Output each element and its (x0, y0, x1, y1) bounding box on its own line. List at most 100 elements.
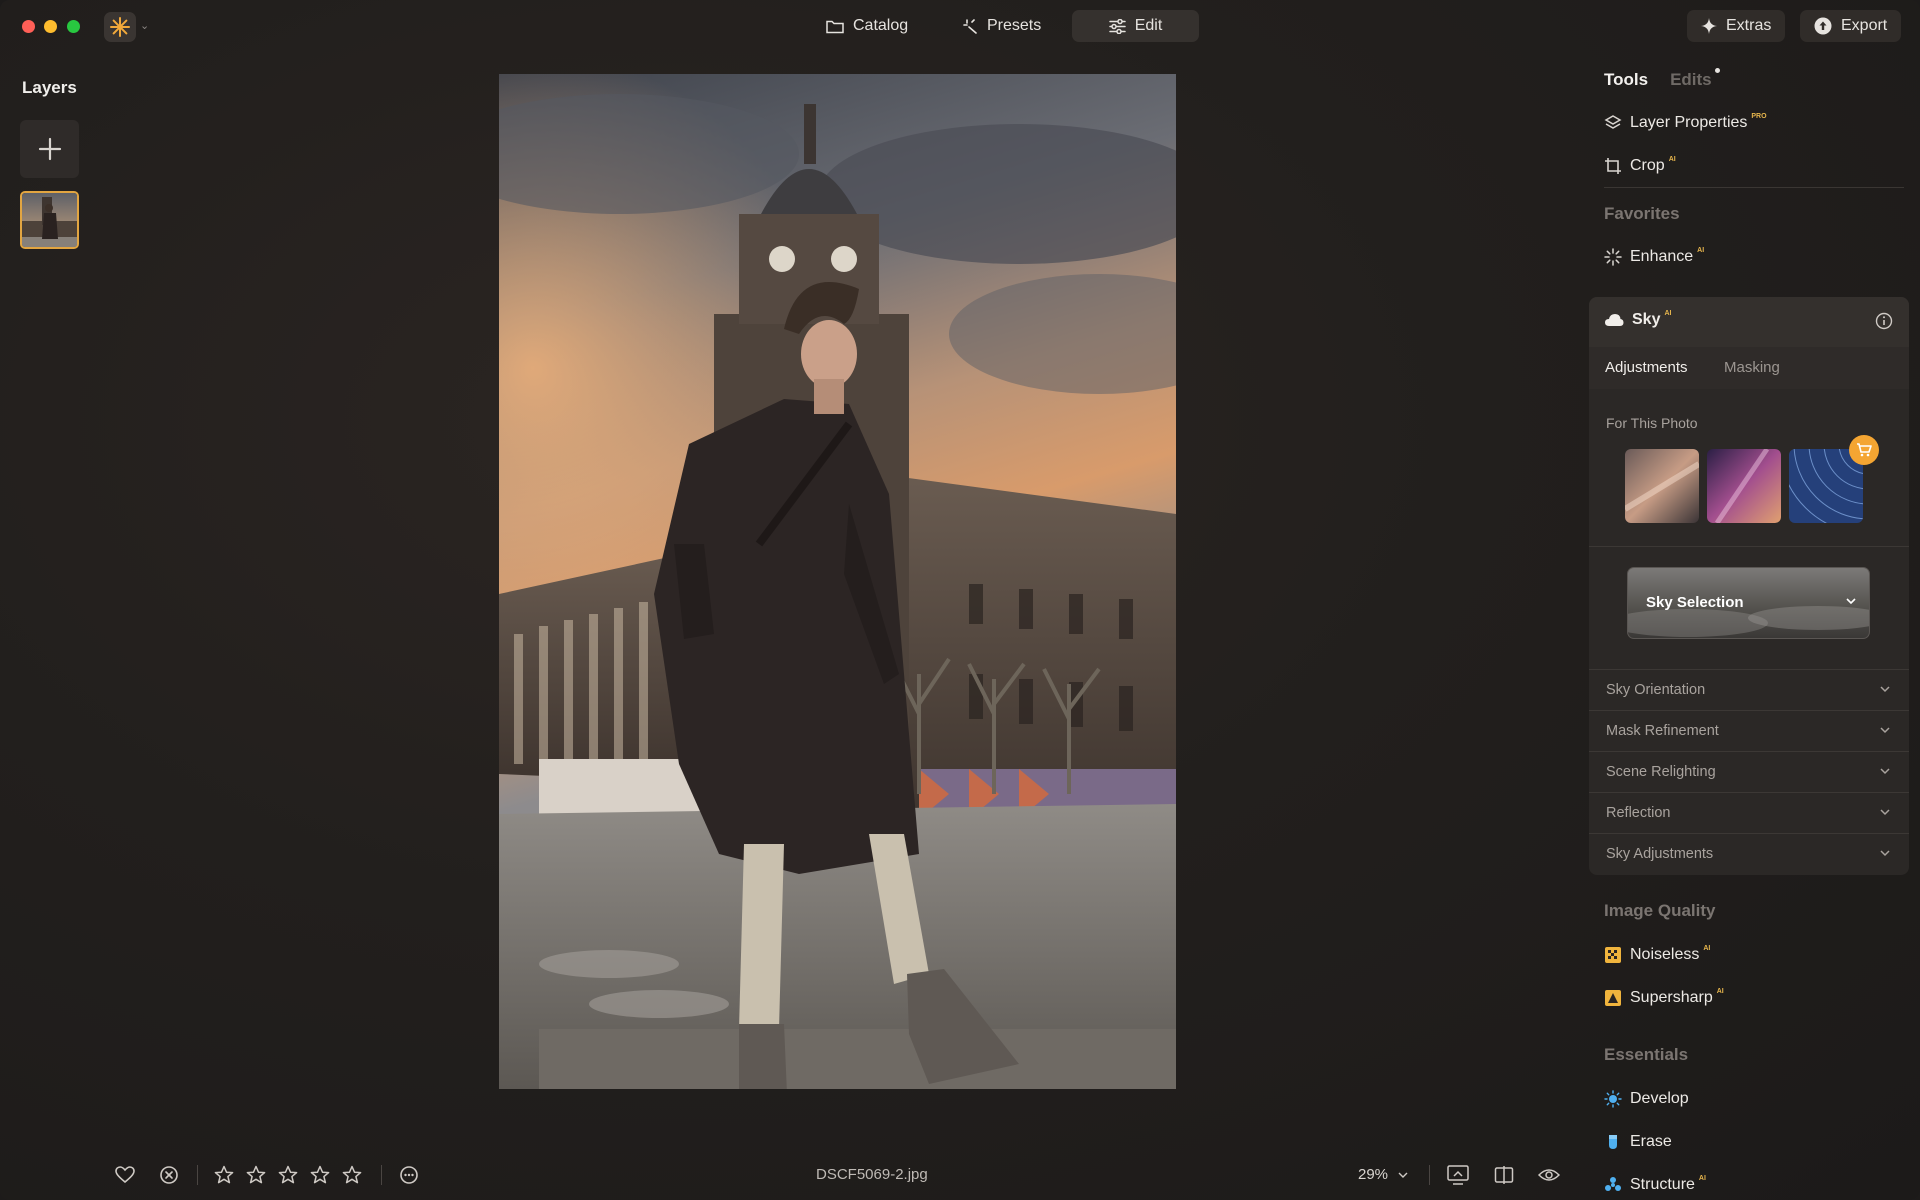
crop-icon (1605, 158, 1621, 174)
info-icon[interactable] (1875, 312, 1893, 335)
layers-icon (1604, 115, 1622, 129)
accordion-label: Mask Refinement (1606, 723, 1719, 739)
star-rating-3-icon[interactable] (277, 1164, 299, 1186)
chevron-down-icon (1846, 598, 1856, 605)
sky-header[interactable]: Sky AI (1589, 297, 1909, 347)
accordion-label: Sky Adjustments (1606, 846, 1714, 862)
star-rating-5-icon[interactable] (341, 1164, 363, 1186)
chevron-down-icon (1880, 809, 1890, 816)
accordion-label: Reflection (1606, 805, 1671, 821)
accordion-scene-relighting[interactable]: Scene Relighting (1589, 751, 1909, 792)
star-rating-2-icon[interactable] (245, 1164, 267, 1186)
accordion-sky-orientation[interactable]: Sky Orientation (1589, 669, 1909, 710)
ai-badge: AI (1664, 309, 1672, 317)
noiseless-icon (1605, 947, 1621, 963)
tab-edits-label: Edits (1670, 70, 1712, 89)
sky-preset-thumbnail[interactable] (1707, 449, 1781, 523)
section-favorites: Favorites (1604, 204, 1680, 223)
tab-masking[interactable]: Masking (1724, 359, 1780, 376)
luminar-star-icon (110, 17, 130, 37)
tool-noiseless[interactable]: Noiseless AI (1604, 943, 1710, 967)
zoom-level[interactable]: 29% (1358, 1166, 1388, 1183)
ai-badge: AI (1716, 987, 1724, 995)
accordion-label: Scene Relighting (1606, 764, 1716, 780)
tool-develop-label: Develop (1630, 1090, 1689, 1107)
sky-preset-thumbnail[interactable] (1789, 449, 1863, 523)
tool-erase-label: Erase (1630, 1133, 1672, 1150)
ai-badge: AI (1668, 155, 1676, 163)
tool-develop[interactable]: Develop (1604, 1087, 1689, 1111)
zoom-chevron-down-icon[interactable] (1396, 1164, 1410, 1186)
ai-badge: AI (1698, 1174, 1706, 1182)
main-photo[interactable] (499, 74, 1176, 1089)
layers-title: Layers (22, 78, 77, 97)
accordion-reflection[interactable]: Reflection (1589, 792, 1909, 833)
add-layer-button[interactable] (20, 120, 79, 178)
sky-tool-card: Sky AI Adjustments Masking For This Phot… (1589, 297, 1909, 875)
export-label: Export (1841, 17, 1888, 34)
tool-crop-label: Crop (1630, 157, 1665, 174)
tool-layer-properties[interactable]: Layer Properties PRO (1604, 111, 1767, 135)
tab-edits[interactable]: Edits (1670, 68, 1720, 90)
shopping-cart-icon[interactable] (1849, 435, 1879, 465)
chevron-down-icon (1880, 686, 1890, 693)
chevron-down-icon[interactable]: ⌄ (140, 19, 149, 32)
tool-supersharp[interactable]: Supersharp AI (1604, 986, 1724, 1010)
close-window-button[interactable] (22, 20, 35, 33)
tool-noiseless-label: Noiseless (1630, 946, 1700, 963)
star-rating-4-icon[interactable] (309, 1164, 331, 1186)
tab-edit[interactable]: Edit (1072, 10, 1199, 42)
bottom-toolbar (0, 1158, 1580, 1192)
section-image-quality: Image Quality (1604, 901, 1716, 920)
tab-presets[interactable]: Presets (949, 10, 1055, 42)
plus-icon (38, 137, 61, 161)
eraser-icon (1609, 1135, 1617, 1149)
tool-erase[interactable]: Erase (1604, 1130, 1672, 1154)
tab-adjustments[interactable]: Adjustments (1605, 359, 1688, 376)
ai-badge: AI (1703, 944, 1711, 952)
accordion-mask-refinement[interactable]: Mask Refinement (1589, 710, 1909, 751)
ai-badge: AI (1697, 246, 1705, 254)
layer-thumbnail[interactable] (20, 191, 79, 249)
tool-supersharp-label: Supersharp (1630, 989, 1713, 1006)
sparkle-icon (1701, 18, 1717, 34)
reject-icon[interactable] (158, 1164, 180, 1186)
compare-split-icon[interactable] (1493, 1164, 1515, 1186)
supersharp-icon (1605, 990, 1621, 1006)
tool-structure-label: Structure (1630, 1176, 1695, 1193)
extras-button[interactable]: Extras (1687, 10, 1786, 42)
accordion-label: Sky Orientation (1606, 682, 1706, 698)
tab-tools[interactable]: Tools (1604, 70, 1648, 90)
sky-selection-dropdown[interactable]: Sky Selection (1627, 567, 1870, 639)
sliders-icon (1108, 18, 1126, 34)
sky-title-label: Sky (1632, 311, 1661, 328)
for-this-photo-label: For This Photo (1606, 415, 1698, 431)
export-button[interactable]: Export (1800, 10, 1902, 42)
minimize-window-button[interactable] (44, 20, 57, 33)
tool-enhance[interactable]: Enhance AI (1604, 245, 1704, 269)
sky-selection-label: Sky Selection (1646, 594, 1744, 611)
tool-crop[interactable]: Crop AI (1604, 154, 1676, 178)
more-options-icon[interactable] (398, 1164, 420, 1186)
favorite-heart-icon[interactable] (114, 1164, 136, 1186)
chevron-down-icon (1880, 768, 1890, 775)
structure-icon (1605, 1177, 1621, 1191)
star-rating-1-icon[interactable] (213, 1164, 235, 1186)
tool-structure[interactable]: Structure AI (1604, 1173, 1706, 1197)
sun-icon (1604, 1090, 1622, 1108)
zoom-window-button[interactable] (67, 20, 80, 33)
preview-eye-icon[interactable] (1538, 1164, 1560, 1186)
chevron-down-icon (1880, 850, 1890, 857)
accordion-sky-adjustments[interactable]: Sky Adjustments (1589, 833, 1909, 874)
chevron-down-icon (1880, 727, 1890, 734)
tool-enhance-label: Enhance (1630, 248, 1694, 265)
tab-edit-label: Edit (1134, 17, 1163, 34)
titlebar: ⌄ Catalog Presets Edit Extras Export (0, 0, 1920, 52)
pro-badge: PRO (1751, 112, 1767, 120)
tab-catalog[interactable]: Catalog (812, 10, 922, 42)
app-menu-button[interactable] (104, 12, 136, 42)
sky-preset-thumbnail[interactable] (1625, 449, 1699, 523)
sparkle-icon (963, 18, 977, 34)
fit-screen-icon[interactable] (1447, 1164, 1469, 1186)
filename-label: DSCF5069-2.jpg (816, 1166, 928, 1183)
